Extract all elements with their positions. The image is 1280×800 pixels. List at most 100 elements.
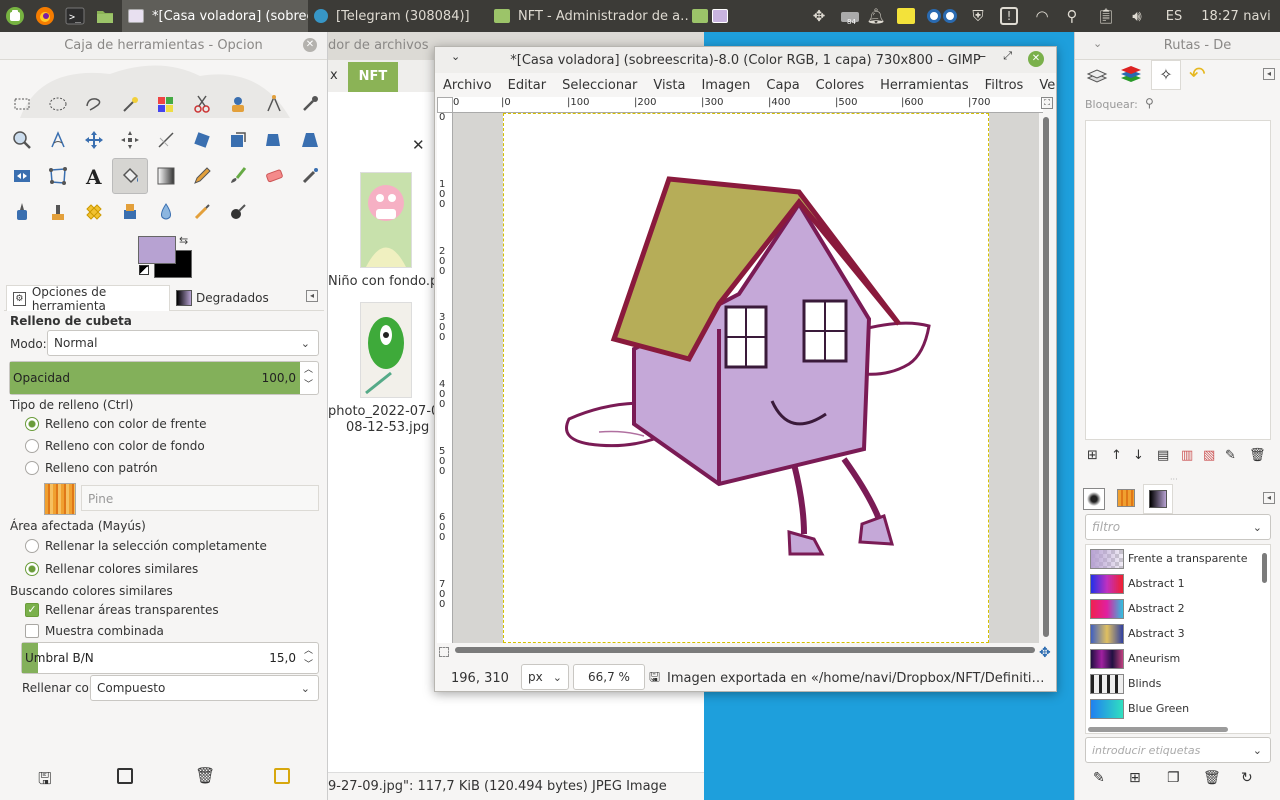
clone-icon[interactable] — [112, 194, 148, 230]
sticky-note-icon[interactable] — [894, 0, 918, 32]
selection-to-path-icon[interactable]: ▧ — [1203, 448, 1215, 463]
list-item[interactable]: Abstract 2 — [1088, 597, 1258, 621]
spin-down-icon[interactable]: ﹀ — [304, 377, 313, 390]
lower-path-icon[interactable]: ↓ — [1133, 448, 1144, 463]
fill-bg-label[interactable]: Relleno con color de fondo — [45, 439, 205, 453]
firefox-icon[interactable] — [32, 3, 58, 29]
window-menu-icon[interactable]: ⌄ — [1093, 37, 1102, 50]
navigate-icon[interactable]: ⛶ — [1041, 97, 1053, 109]
close-icon[interactable]: ✕ — [303, 38, 317, 52]
rotate-icon[interactable] — [220, 122, 256, 158]
canvas-area[interactable] — [453, 113, 1039, 643]
eraser-icon[interactable] — [256, 158, 292, 194]
file-thumb-nino[interactable] — [360, 172, 412, 268]
text-tool-icon[interactable]: A — [76, 158, 112, 194]
unified-transform-icon[interactable] — [184, 122, 220, 158]
area-selection-label[interactable]: Rellenar la selección completamente — [45, 539, 267, 553]
zoom-select[interactable]: 66,7 % ⌄ — [573, 664, 658, 690]
airbrush-icon[interactable] — [292, 158, 327, 194]
list-item[interactable]: Abstract 3 — [1088, 622, 1258, 646]
rect-select-icon[interactable] — [4, 86, 40, 122]
scale-icon[interactable] — [256, 122, 292, 158]
scissors-select-icon[interactable] — [184, 86, 220, 122]
pattern-swatch[interactable] — [44, 483, 76, 515]
mypaint-brush-icon[interactable] — [40, 194, 76, 230]
move-icon[interactable] — [76, 122, 112, 158]
tab-fragment-label[interactable]: x — [330, 68, 338, 83]
patterns-tab-icon[interactable] — [1117, 489, 1135, 507]
tab-tool-options[interactable]: ⚙︎ Opciones de herramienta — [6, 285, 170, 313]
bell-icon[interactable]: 🔔︎ — [864, 0, 888, 32]
horizontal-scrollbar[interactable] — [1088, 727, 1228, 732]
delete-path-icon[interactable]: 🗑︎ — [1249, 448, 1266, 463]
vertical-scrollbar[interactable] — [1262, 553, 1267, 583]
menu-editar[interactable]: Editar — [500, 78, 555, 93]
file-thumb-photo[interactable] — [360, 302, 412, 398]
flip-icon[interactable] — [4, 158, 40, 194]
clock[interactable]: 18:27 — [1200, 0, 1240, 32]
align-icon[interactable] — [112, 122, 148, 158]
minimize-icon[interactable]: ‒ — [978, 49, 986, 64]
list-item[interactable]: Aneurism — [1088, 647, 1258, 671]
horizontal-ruler[interactable]: 0 |0 |100 |200 |300 |400 |500 |600 |700 — [453, 97, 1043, 113]
brushes-tab-icon[interactable] — [1083, 488, 1105, 510]
list-item[interactable]: Blinds — [1088, 672, 1258, 696]
color-picker-icon[interactable] — [292, 86, 327, 122]
mode-select[interactable]: Normal ⌄ — [47, 330, 319, 356]
vertical-ruler[interactable]: 0 1 0 0 2 0 0 3 0 0 4 0 0 5 0 0 6 0 0 7 … — [437, 113, 453, 643]
tags-input[interactable]: introducir etiquetas ⌄ — [1085, 737, 1271, 763]
close-icon[interactable]: ✕ — [412, 136, 425, 154]
close-icon[interactable]: ✕ — [1028, 51, 1044, 67]
menu-archivo[interactable]: Archivo — [435, 78, 500, 93]
fill-pattern-label[interactable]: Relleno con patrón — [45, 461, 158, 475]
tab-menu-icon[interactable]: ◂ — [1263, 492, 1275, 504]
reset-options-icon[interactable] — [274, 768, 290, 784]
image-canvas[interactable] — [503, 113, 989, 643]
area-similar-radio[interactable] — [25, 562, 39, 576]
color-select-icon[interactable] — [148, 86, 184, 122]
eyes-icon[interactable] — [922, 0, 962, 32]
fill-transparent-checkbox[interactable]: ✓ — [25, 603, 39, 617]
gradients-tab-icon[interactable] — [1143, 484, 1173, 514]
restore-options-icon[interactable] — [117, 768, 133, 784]
undo-history-tab-icon[interactable]: ↶ — [1189, 62, 1206, 86]
raise-path-icon[interactable]: ↑ — [1111, 448, 1122, 463]
default-colors-icon[interactable] — [139, 265, 149, 275]
ruler-corner[interactable] — [437, 97, 453, 113]
window-menu-icon[interactable]: ⌄ — [451, 50, 460, 63]
spin-down-icon[interactable]: ﹀ — [304, 657, 313, 670]
fill-bg-radio[interactable] — [25, 439, 39, 453]
horizontal-scrollbar[interactable] — [455, 647, 1039, 655]
pencil-icon[interactable] — [184, 158, 220, 194]
heal-icon[interactable] — [76, 194, 112, 230]
cage-transform-icon[interactable] — [40, 158, 76, 194]
duplicate-gradient-icon[interactable]: ❐ — [1167, 770, 1180, 786]
ubuntu-launcher-icon[interactable] — [2, 3, 28, 29]
navigate-move-icon[interactable]: ✥ — [1039, 645, 1051, 661]
menu-imagen[interactable]: Imagen — [693, 78, 758, 93]
dodge-burn-icon[interactable] — [220, 194, 256, 230]
tab-nft[interactable]: NFT — [348, 62, 398, 92]
list-item[interactable]: Blue Green — [1088, 697, 1258, 721]
threshold-slider[interactable]: Umbral B/N 15,0 ︿ ﹀ — [21, 642, 319, 674]
opacity-slider[interactable]: Opacidad 100,0 ︿ ﹀ — [9, 361, 319, 395]
crop-icon[interactable] — [148, 122, 184, 158]
sample-merged-label[interactable]: Muestra combinada — [45, 624, 164, 638]
keyboard-layout[interactable]: ES — [1160, 0, 1188, 32]
user-name[interactable]: navi — [1240, 0, 1274, 32]
save-options-icon[interactable]: 🖫︎ — [38, 768, 52, 795]
refresh-gradients-icon[interactable]: ↻ — [1241, 770, 1253, 786]
fill-fg-label[interactable]: Relleno con color de frente — [45, 417, 207, 431]
fuzzy-select-icon[interactable] — [112, 86, 148, 122]
gradients-list[interactable]: Frente a transparente Abstract 1 Abstrac… — [1085, 544, 1271, 734]
fill-transparent-label[interactable]: Rellenar áreas transparentes — [45, 603, 219, 617]
list-item[interactable]: Frente a transparente — [1088, 547, 1258, 571]
zoom-icon[interactable] — [4, 122, 40, 158]
channels-tab-icon[interactable] — [1119, 64, 1143, 86]
duplicate-path-icon[interactable]: ▤ — [1157, 448, 1169, 463]
edit-gradient-icon[interactable]: ✎ — [1093, 770, 1105, 786]
layers-tab-icon[interactable] — [1085, 64, 1109, 86]
menu-filtros[interactable]: Filtros — [977, 78, 1032, 93]
tab-gradients[interactable]: Degradados — [174, 285, 284, 311]
swap-colors-icon[interactable]: ⇆ — [179, 234, 188, 247]
